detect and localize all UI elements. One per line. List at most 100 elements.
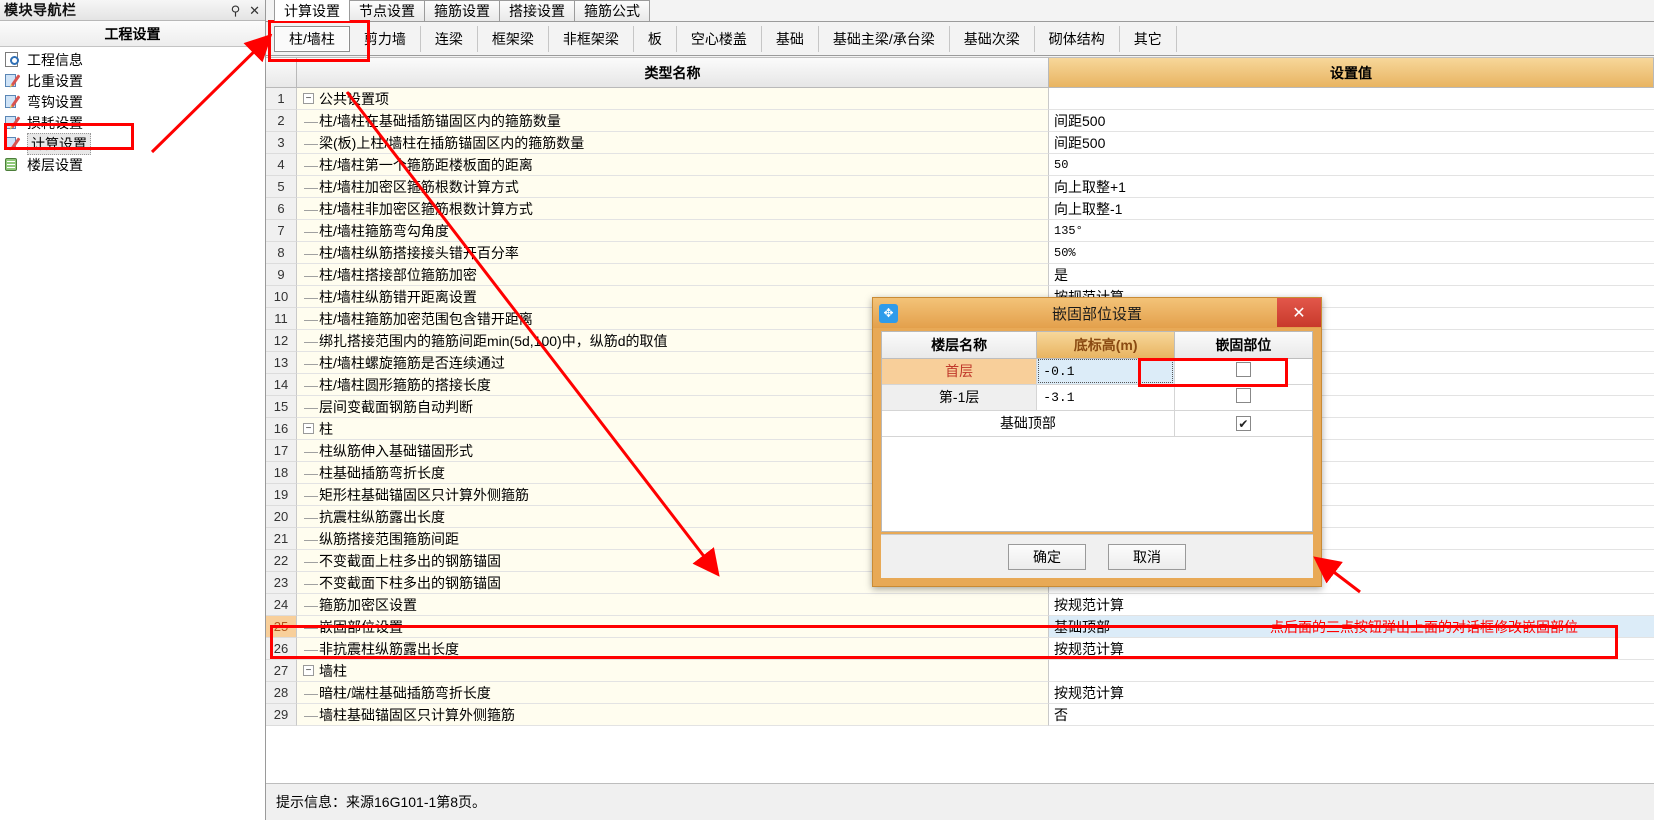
row-name-cell[interactable]: — 柱/墙柱非加密区箍筋根数计算方式	[297, 198, 1049, 220]
embedded-position-dialog[interactable]: ✥ 嵌固部位设置 ✕ 楼层名称 底标高(m) 嵌固部位 首层 -0.1 第-1层 -3…	[872, 297, 1322, 587]
embedded-position-cell[interactable]	[1174, 384, 1312, 411]
sidebar-item-floor-settings[interactable]: 楼层设置	[0, 154, 265, 175]
sidebar-item-label: 楼层设置	[27, 156, 83, 173]
row-name-label: 纵筋搭接范围箍筋间距	[319, 530, 459, 547]
row-name-cell[interactable]: — 暗柱/端柱基础插筋弯折长度	[297, 682, 1049, 704]
status-bar: 提示信息：来源16G101-1第8页。	[266, 783, 1654, 820]
row-name-cell[interactable]: — 非抗震柱纵筋露出长度	[297, 638, 1049, 660]
elevation-input[interactable]: -3.1	[1036, 384, 1175, 411]
row-value-cell[interactable]: 基础顶部 点后面的三点按钮弹出上面的对话框修改嵌固部位	[1049, 616, 1654, 638]
floor-name-cell[interactable]: 基础顶部	[882, 410, 1175, 437]
row-value-cell[interactable]: 按规范计算	[1049, 682, 1654, 704]
tab-lap-settings[interactable]: 搭接设置	[499, 0, 575, 21]
row-name-cell[interactable]: − 公共设置项	[297, 88, 1049, 110]
row-name-cell[interactable]: — 梁(板)上柱/墙柱在插筋锚固区内的箍筋数量	[297, 132, 1049, 154]
tab-masonry-structure[interactable]: 砌体结构	[1035, 25, 1120, 52]
table-row[interactable]: 27− 墙柱	[266, 660, 1654, 682]
row-name-cell[interactable]: — 嵌固部位设置	[297, 616, 1049, 638]
row-value-cell[interactable]	[1049, 660, 1654, 682]
row-value-cell[interactable]: 向上取整+1	[1049, 176, 1654, 198]
floor-row[interactable]: 第-1层 -3.1	[882, 384, 1312, 411]
tab-others[interactable]: 其它	[1120, 25, 1177, 52]
tab-coupling-beam[interactable]: 连梁	[421, 25, 478, 52]
checkbox[interactable]	[1235, 362, 1251, 377]
embedded-position-cell[interactable]	[1174, 358, 1312, 385]
sidebar-item-calc-settings[interactable]: 计算设置	[0, 132, 265, 155]
checkbox[interactable]	[1235, 388, 1251, 403]
table-row[interactable]: 4— 柱/墙柱第一个箍筋距楼板面的距离 50	[266, 154, 1654, 176]
table-row[interactable]: 7— 柱/墙柱箍筋弯勾角度 135°	[266, 220, 1654, 242]
row-number: 14	[266, 374, 297, 396]
sidebar-item-hook-settings[interactable]: 弯钩设置	[0, 91, 265, 112]
table-row[interactable]: 29— 墙柱基础锚固区只计算外侧箍筋否	[266, 704, 1654, 726]
tab-foundation-secondary-beam[interactable]: 基础次梁	[950, 25, 1035, 52]
table-row[interactable]: 25— 嵌固部位设置 基础顶部 点后面的三点按钮弹出上面的对话框修改嵌固部位	[266, 616, 1654, 638]
table-row[interactable]: 2— 柱/墙柱在基础插筋锚固区内的箍筋数量 间距500	[266, 110, 1654, 132]
collapse-expand-icon[interactable]: −	[303, 665, 314, 676]
table-row[interactable]: 3— 梁(板)上柱/墙柱在插筋锚固区内的箍筋数量 间距500	[266, 132, 1654, 154]
nav-item-list: 工程信息 比重设置 弯钩设置 损耗设置 计算设置 楼层设置	[0, 47, 265, 820]
tab-frame-beam[interactable]: 框架梁	[478, 25, 549, 52]
table-row[interactable]: 9— 柱/墙柱搭接部位箍筋加密是	[266, 264, 1654, 286]
floor-row[interactable]: 基础顶部 ✔	[882, 410, 1312, 437]
floor-row[interactable]: 首层 -0.1	[882, 358, 1312, 385]
table-row[interactable]: 1− 公共设置项	[266, 88, 1654, 110]
tab-nonframe-beam[interactable]: 非框架梁	[549, 25, 634, 52]
row-value-cell[interactable]: 按规范计算	[1049, 638, 1654, 660]
row-value-cell[interactable]: 否	[1049, 704, 1654, 726]
row-name-cell[interactable]: — 柱/墙柱第一个箍筋距楼板面的距离	[297, 154, 1049, 176]
close-icon[interactable]: ✕	[1277, 298, 1321, 327]
grid-header-value[interactable]: 设置值	[1049, 58, 1654, 88]
row-value-cell[interactable]: 间距500	[1049, 110, 1654, 132]
row-name-cell[interactable]: — 箍筋加密区设置	[297, 594, 1049, 616]
grid-header-name[interactable]: 类型名称	[297, 58, 1049, 88]
tab-slab[interactable]: 板	[634, 25, 677, 52]
tab-column-wall-column[interactable]: 柱/墙柱	[274, 25, 350, 52]
row-value-cell[interactable]: 是	[1049, 264, 1654, 286]
row-value-cell[interactable]: 按规范计算	[1049, 594, 1654, 616]
tab-stirrup-formula[interactable]: 箍筋公式	[574, 0, 650, 21]
cancel-button[interactable]: 取消	[1108, 543, 1186, 570]
tab-shear-wall[interactable]: 剪力墙	[350, 25, 421, 52]
elevation-input[interactable]: -0.1	[1036, 358, 1175, 385]
sidebar-item-weight-settings[interactable]: 比重设置	[0, 70, 265, 91]
table-row[interactable]: 5— 柱/墙柱加密区箍筋根数计算方式 向上取整+1	[266, 176, 1654, 198]
sidebar-item-label: 损耗设置	[27, 114, 83, 131]
checkbox[interactable]: ✔	[1235, 416, 1251, 432]
row-value-cell[interactable]	[1049, 88, 1654, 110]
floor-name-cell[interactable]: 首层	[882, 358, 1038, 385]
sidebar-item-loss-settings[interactable]: 损耗设置	[0, 112, 265, 133]
close-icon[interactable]: ✕	[249, 4, 260, 17]
table-row[interactable]: 8— 柱/墙柱纵筋搭接接头错开百分率 50%	[266, 242, 1654, 264]
row-name-cell[interactable]: — 柱/墙柱加密区箍筋根数计算方式	[297, 176, 1049, 198]
row-name-cell[interactable]: — 柱/墙柱箍筋弯勾角度	[297, 220, 1049, 242]
row-value-cell[interactable]: 向上取整-1	[1049, 198, 1654, 220]
tab-stirrup-settings[interactable]: 箍筋设置	[424, 0, 500, 21]
tab-foundation-main-beam[interactable]: 基础主梁/承台梁	[819, 25, 950, 52]
table-row[interactable]: 28— 暗柱/端柱基础插筋弯折长度 按规范计算	[266, 682, 1654, 704]
floor-name-cell[interactable]: 第-1层	[882, 384, 1038, 411]
tree-line: —	[304, 508, 318, 525]
collapse-expand-icon[interactable]: −	[303, 93, 314, 104]
row-value-cell[interactable]: 50%	[1049, 242, 1654, 264]
row-name-cell[interactable]: − 墙柱	[297, 660, 1049, 682]
collapse-expand-icon[interactable]: −	[303, 423, 314, 434]
table-row[interactable]: 6— 柱/墙柱非加密区箍筋根数计算方式 向上取整-1	[266, 198, 1654, 220]
table-row[interactable]: 24— 箍筋加密区设置 按规范计算	[266, 594, 1654, 616]
row-name-cell[interactable]: — 柱/墙柱在基础插筋锚固区内的箍筋数量	[297, 110, 1049, 132]
row-name-cell[interactable]: — 墙柱基础锚固区只计算外侧箍筋	[297, 704, 1049, 726]
row-value-cell[interactable]: 135°	[1049, 220, 1654, 242]
tab-foundation[interactable]: 基础	[762, 25, 819, 52]
tab-hollow-floor[interactable]: 空心楼盖	[677, 25, 762, 52]
tab-calc-settings[interactable]: 计算设置	[274, 0, 350, 21]
tab-node-settings[interactable]: 节点设置	[349, 0, 425, 21]
embedded-position-cell[interactable]: ✔	[1174, 410, 1312, 437]
ok-button[interactable]: 确定	[1008, 543, 1086, 570]
pin-icon[interactable]: ⚲	[231, 4, 241, 17]
sidebar-item-project-info[interactable]: 工程信息	[0, 49, 265, 70]
row-name-cell[interactable]: — 柱/墙柱纵筋搭接接头错开百分率	[297, 242, 1049, 264]
table-row[interactable]: 26— 非抗震柱纵筋露出长度 按规范计算	[266, 638, 1654, 660]
row-value-cell[interactable]: 间距500	[1049, 132, 1654, 154]
row-value-cell[interactable]: 50	[1049, 154, 1654, 176]
row-name-cell[interactable]: — 柱/墙柱搭接部位箍筋加密	[297, 264, 1049, 286]
